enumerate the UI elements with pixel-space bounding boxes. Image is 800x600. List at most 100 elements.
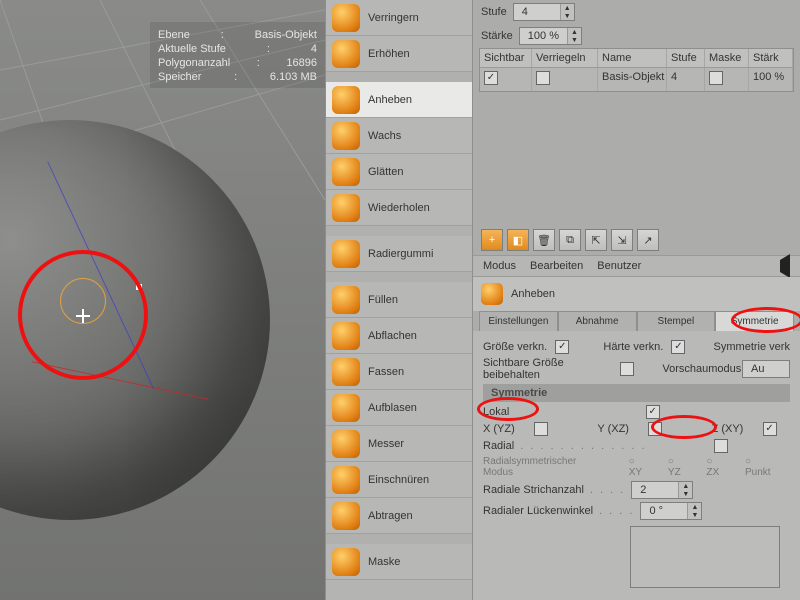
tool-label: Abflachen [368, 330, 466, 342]
radial-gap-stepper[interactable]: 0 °▲▼ [640, 502, 702, 520]
col-staerke[interactable]: Stärk [749, 49, 793, 67]
hud-key: Aktuelle Stufe [158, 42, 226, 56]
delete-button[interactable]: 🗑 [533, 229, 555, 251]
hud-val: 6.103 MB [270, 70, 317, 84]
pull-icon [481, 283, 503, 305]
col-verriegeln[interactable]: Verriegeln [532, 49, 598, 67]
staerke-label: Stärke [481, 30, 513, 42]
tool-label: Verringern [368, 12, 466, 24]
tool-wachs[interactable]: Wachs [326, 118, 472, 154]
menu-benutzer[interactable]: Benutzer [597, 260, 641, 272]
group3-button[interactable]: ↗ [637, 229, 659, 251]
hud-key: Ebene [158, 28, 190, 42]
preview-box [630, 526, 780, 588]
radial-gap-label: Radialer Lückenwinkel [483, 505, 593, 517]
add-layer-button[interactable]: + [481, 229, 503, 251]
tool-fuellen[interactable]: Füllen [326, 282, 472, 318]
table-row[interactable]: Basis-Objekt 4 100 % [480, 68, 793, 91]
radial-mode-label: Radialsymmetrischer Modus [483, 456, 605, 478]
collapse-icon[interactable] [780, 260, 790, 272]
tool-fassen[interactable]: Fassen [326, 354, 472, 390]
radio-xy[interactable]: ○ XY [629, 456, 656, 478]
grab-icon [332, 358, 360, 386]
tab-stempel[interactable]: Stempel [637, 311, 716, 331]
menu-modus[interactable]: Modus [483, 260, 516, 272]
tool-erhoehen[interactable]: Erhöhen [326, 36, 472, 72]
tool-verringern[interactable]: Verringern [326, 0, 472, 36]
sym-y-label: Y (XZ) [597, 423, 629, 435]
mask-icon [332, 548, 360, 576]
tool-label: Anheben [368, 94, 466, 106]
sym-x-checkbox[interactable] [534, 422, 548, 436]
eraser-icon [332, 240, 360, 268]
sym-x-label: X (YZ) [483, 423, 515, 435]
sicht-groesse-checkbox[interactable] [620, 362, 633, 376]
fill-icon [332, 286, 360, 314]
tool-aufblasen[interactable]: Aufblasen [326, 390, 472, 426]
knife-icon [332, 430, 360, 458]
hud-val: 16896 [286, 56, 317, 70]
sym-z-checkbox[interactable] [763, 422, 777, 436]
tool-label: Erhöhen [368, 48, 466, 60]
vorschau-select[interactable]: Au [742, 360, 790, 378]
viewport-3d[interactable]: Ebene:Basis-Objekt Aktuelle Stufe:4 Poly… [0, 0, 325, 600]
settings-panel: Größe verkn. Härte verkn. Symmetrie verk… [473, 331, 800, 600]
tool-anheben[interactable]: Anheben [326, 82, 472, 118]
tool-maske[interactable]: Maske [326, 544, 472, 580]
attribute-toolbar: + ◧ 🗑 ⧉ ⇱ ⇲ ↗ [473, 225, 800, 255]
col-sichtbar[interactable]: Sichtbar [480, 49, 532, 67]
tool-radiergummi[interactable]: Radiergummi [326, 236, 472, 272]
layer-staerke: 100 % [749, 68, 793, 91]
menu-bearbeiten[interactable]: Bearbeiten [530, 260, 583, 272]
layer-table: Sichtbar Verriegeln Name Stufe Maske Stä… [479, 48, 794, 92]
tool-label: Füllen [368, 294, 466, 306]
radio-punkt[interactable]: ○ Punkt [745, 456, 784, 478]
brush-section-header: Anheben [473, 277, 800, 311]
tool-label: Einschnüren [368, 474, 466, 486]
repeat-icon [332, 194, 360, 222]
symm-verkn-label: Symmetrie verk [714, 341, 790, 353]
tool-abtragen[interactable]: Abtragen [326, 498, 472, 534]
annotation-oval-lokal [477, 397, 539, 421]
hud-key: Polygonanzahl [158, 56, 230, 70]
tool-glaetten[interactable]: Glätten [326, 154, 472, 190]
stufe-label: Stufe [481, 6, 507, 18]
stufe-stepper[interactable]: 4▲▼ [513, 3, 575, 21]
group1-button[interactable]: ⇱ [585, 229, 607, 251]
tab-abnahme[interactable]: Abnahme [558, 311, 637, 331]
col-maske[interactable]: Maske [705, 49, 749, 67]
shrink-icon [332, 4, 360, 32]
tool-abflachen[interactable]: Abflachen [326, 318, 472, 354]
lock-checkbox[interactable] [536, 71, 550, 85]
layer-stufe: 4 [667, 68, 705, 91]
col-name[interactable]: Name [598, 49, 667, 67]
visible-checkbox[interactable] [484, 71, 498, 85]
lokal-checkbox[interactable] [646, 405, 660, 419]
radio-zx[interactable]: ○ ZX [706, 456, 733, 478]
tool-einschnueren[interactable]: Einschnüren [326, 462, 472, 498]
radial-checkbox[interactable] [714, 439, 728, 453]
tool-label: Radiergummi [368, 248, 466, 260]
col-stufe[interactable]: Stufe [667, 49, 705, 67]
tab-einstellungen[interactable]: Einstellungen [479, 311, 558, 331]
grow-icon [332, 40, 360, 68]
group2-button[interactable]: ⇲ [611, 229, 633, 251]
radio-yz[interactable]: ○ YZ [668, 456, 694, 478]
haerte-verkn-label: Härte verkn. [603, 341, 663, 353]
tool-wiederholen[interactable]: Wiederholen [326, 190, 472, 226]
staerke-stepper[interactable]: 100 %▲▼ [519, 27, 582, 45]
tool-label: Maske [368, 556, 466, 568]
groesse-verkn-checkbox[interactable] [555, 340, 569, 354]
tool-label: Glätten [368, 166, 466, 178]
haerte-verkn-checkbox[interactable] [671, 340, 685, 354]
radial-strokes-stepper[interactable]: 2▲▼ [631, 481, 693, 499]
copy-button[interactable]: ⧉ [559, 229, 581, 251]
mask-checkbox[interactable] [709, 71, 723, 85]
new-button[interactable]: ◧ [507, 229, 529, 251]
tool-messer[interactable]: Messer [326, 426, 472, 462]
sicht-groesse-label: Sichtbare Größe beibehalten [483, 357, 614, 381]
scrape-icon [332, 502, 360, 530]
smooth-icon [332, 158, 360, 186]
hud-val: Basis-Objekt [255, 28, 317, 42]
viewport-hud: Ebene:Basis-Objekt Aktuelle Stufe:4 Poly… [150, 22, 325, 88]
